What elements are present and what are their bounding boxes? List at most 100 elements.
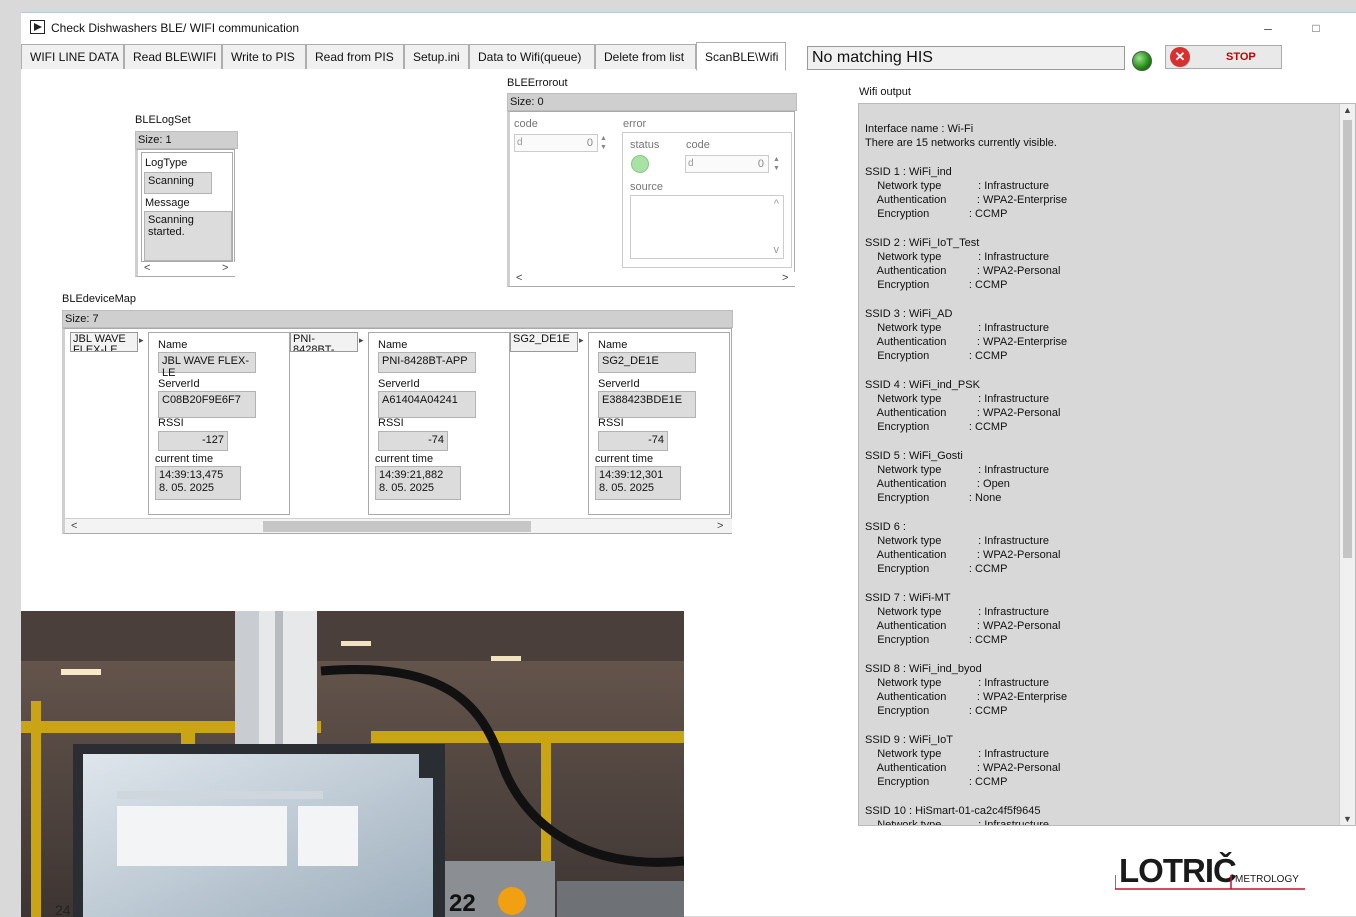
ble-device-map-array: JBL WAVE FLEX-LE ▸ Name JBL WAVE FLEX-LE… bbox=[62, 328, 732, 534]
server-id-label: ServerId bbox=[158, 378, 200, 390]
ble-device-map-size: Size: 7 bbox=[62, 310, 733, 328]
error-code-spinner[interactable]: ▲ ▼ bbox=[600, 134, 610, 152]
ble-device-map-label: BLEdeviceMap bbox=[62, 293, 136, 305]
tab-read-from-pis[interactable]: Read from PIS bbox=[306, 44, 404, 69]
app-run-icon bbox=[30, 20, 45, 34]
date-value: 8. 05. 2025 bbox=[379, 482, 435, 494]
minimize-button[interactable]: – bbox=[1253, 17, 1283, 39]
scrollbar-thumb[interactable] bbox=[263, 521, 531, 532]
connection-led bbox=[1132, 51, 1152, 71]
server-id-field[interactable]: E388423BDE1E bbox=[598, 391, 696, 418]
scroll-right-icon[interactable]: > bbox=[222, 262, 228, 274]
svg-text:22: 22 bbox=[449, 890, 476, 917]
current-time-field[interactable]: 14:39:13,475 8. 05. 2025 bbox=[155, 466, 241, 500]
status-led[interactable] bbox=[631, 155, 649, 173]
current-time-label: current time bbox=[595, 453, 654, 465]
rssi-field[interactable]: -127 bbox=[158, 431, 228, 451]
tab-scan-ble-wifi[interactable]: ScanBLE\Wifi bbox=[696, 42, 786, 71]
map-arrow-icon: ▸ bbox=[139, 335, 144, 345]
stop-button[interactable]: ✕ STOP bbox=[1165, 45, 1282, 69]
tab-wifi-line-data[interactable]: WIFI LINE DATA bbox=[21, 44, 124, 69]
current-time-field[interactable]: 14:39:21,882 8. 05. 2025 bbox=[375, 466, 461, 500]
scroll-right-icon[interactable]: > bbox=[782, 272, 788, 284]
stop-label: STOP bbox=[1226, 51, 1256, 63]
device-key-field[interactable]: PNI-8428BT-APP bbox=[290, 332, 358, 352]
message-field[interactable]: Scanning started. bbox=[144, 211, 232, 261]
his-status-indicator: No matching HIS bbox=[807, 46, 1125, 70]
message-label: Message bbox=[145, 197, 190, 209]
time-value: 14:39:12,301 bbox=[599, 469, 664, 481]
ble-log-set-size: Size: 1 bbox=[135, 131, 238, 149]
logtype-field[interactable]: Scanning bbox=[144, 172, 212, 194]
wifi-output-label: Wifi output bbox=[859, 86, 911, 98]
server-id-field[interactable]: C08B20F9E6F7 bbox=[158, 391, 256, 418]
map-arrow-icon: ▸ bbox=[579, 335, 584, 345]
device-map-horizontal-scrollbar[interactable]: < > bbox=[65, 518, 732, 533]
server-id-label: ServerId bbox=[598, 378, 640, 390]
rssi-field[interactable]: -74 bbox=[598, 431, 668, 451]
scroll-up-icon[interactable]: ^ bbox=[774, 198, 779, 210]
tab-data-to-wifi-queue[interactable]: Data to Wifi(queue) bbox=[469, 44, 595, 69]
error-cluster-label: error bbox=[623, 118, 647, 130]
error-horizontal-scrollbar[interactable]: < > bbox=[510, 272, 795, 286]
tab-setup-ini[interactable]: Setup.ini bbox=[404, 44, 469, 69]
production-line-photo: 22 24 bbox=[21, 611, 684, 917]
name-label: Name bbox=[158, 339, 188, 351]
inner-code-spinner[interactable]: ▲ ▼ bbox=[773, 155, 783, 173]
error-inner-cluster: status code d 0 ▲ ▼ source ^ v bbox=[622, 132, 792, 268]
scroll-left-icon[interactable]: < bbox=[144, 262, 150, 274]
date-value: 8. 05. 2025 bbox=[599, 482, 655, 494]
wifi-output-text: Interface name : Wi-Fi There are 15 netw… bbox=[865, 123, 1068, 826]
error-code-field[interactable]: d 0 bbox=[514, 134, 598, 152]
ble-error-out-size: Size: 0 bbox=[507, 93, 797, 111]
time-value: 14:39:13,475 bbox=[159, 469, 224, 481]
ble-error-out-cluster: code error d 0 ▲ ▼ status code d 0 ▲ ▼ sou… bbox=[507, 111, 795, 287]
device-name-field[interactable]: JBL WAVE FLEX-LE bbox=[158, 352, 256, 379]
svg-text:LOTRIČ: LOTRIČ bbox=[1119, 851, 1236, 889]
logtype-label: LogType bbox=[145, 157, 188, 169]
current-time-field[interactable]: 14:39:12,301 8. 05. 2025 bbox=[595, 466, 681, 500]
tab-delete-from-list[interactable]: Delete from list bbox=[595, 44, 696, 69]
device-cluster: Name PNI-8428BT-APP ServerId A61404A0424… bbox=[368, 332, 510, 515]
inner-code-field[interactable]: d 0 bbox=[685, 155, 769, 173]
scroll-down-icon[interactable]: ▼ bbox=[1343, 814, 1352, 824]
source-textbox[interactable]: ^ v bbox=[630, 195, 784, 259]
device-name-field[interactable]: PNI-8428BT-APP bbox=[378, 352, 476, 373]
maximize-button[interactable]: □ bbox=[1301, 17, 1331, 39]
date-value: 8. 05. 2025 bbox=[159, 482, 215, 494]
source-label: source bbox=[630, 181, 664, 193]
scroll-right-icon[interactable]: > bbox=[717, 520, 723, 532]
svg-text:24: 24 bbox=[55, 902, 71, 917]
name-label: Name bbox=[378, 339, 408, 351]
current-time-label: current time bbox=[375, 453, 434, 465]
device-key-field[interactable]: JBL WAVE FLEX-LE bbox=[70, 332, 138, 352]
rssi-label: RSSI bbox=[598, 417, 624, 429]
device-cluster: Name SG2_DE1E ServerId E388423BDE1E RSSI… bbox=[588, 332, 730, 515]
scroll-left-icon[interactable]: < bbox=[71, 520, 77, 532]
log-horizontal-scrollbar[interactable]: < > bbox=[138, 262, 235, 276]
tab-bar: WIFI LINE DATA Read BLE\WIFI Write to PI… bbox=[21, 42, 1356, 71]
tab-read-ble-wifi[interactable]: Read BLE\WIFI bbox=[124, 44, 222, 69]
scroll-up-icon[interactable]: ▲ bbox=[1343, 105, 1352, 115]
server-id-field[interactable]: A61404A04241 bbox=[378, 391, 476, 418]
error-code-label: code bbox=[514, 118, 538, 130]
device-cluster: Name JBL WAVE FLEX-LE ServerId C08B20F9E… bbox=[148, 332, 290, 515]
window-title: Check Dishwashers BLE/ WIFI communicatio… bbox=[51, 21, 300, 35]
scroll-down-icon[interactable]: v bbox=[774, 244, 780, 256]
scroll-left-icon[interactable]: < bbox=[516, 272, 522, 284]
wifi-output-textbox[interactable]: Interface name : Wi-Fi There are 15 netw… bbox=[858, 103, 1356, 826]
tab-write-to-pis[interactable]: Write to PIS bbox=[222, 44, 306, 69]
device-key-field[interactable]: SG2_DE1E bbox=[510, 332, 578, 352]
map-arrow-icon: ▸ bbox=[359, 335, 364, 345]
ble-error-out-label: BLEErrorout bbox=[507, 77, 568, 89]
title-bar: Check Dishwashers BLE/ WIFI communicatio… bbox=[21, 13, 1356, 43]
wifi-output-vertical-scrollbar[interactable]: ▲ ▼ bbox=[1339, 104, 1355, 825]
server-id-label: ServerId bbox=[378, 378, 420, 390]
lotric-logo: LOTRIČ METROLOGY bbox=[1114, 851, 1315, 898]
scrollbar-thumb[interactable] bbox=[1343, 120, 1352, 558]
svg-text:METROLOGY: METROLOGY bbox=[1235, 874, 1299, 885]
rssi-field[interactable]: -74 bbox=[378, 431, 448, 451]
time-value: 14:39:21,882 bbox=[379, 469, 444, 481]
app-window: Check Dishwashers BLE/ WIFI communicatio… bbox=[21, 12, 1356, 917]
device-name-field[interactable]: SG2_DE1E bbox=[598, 352, 696, 373]
